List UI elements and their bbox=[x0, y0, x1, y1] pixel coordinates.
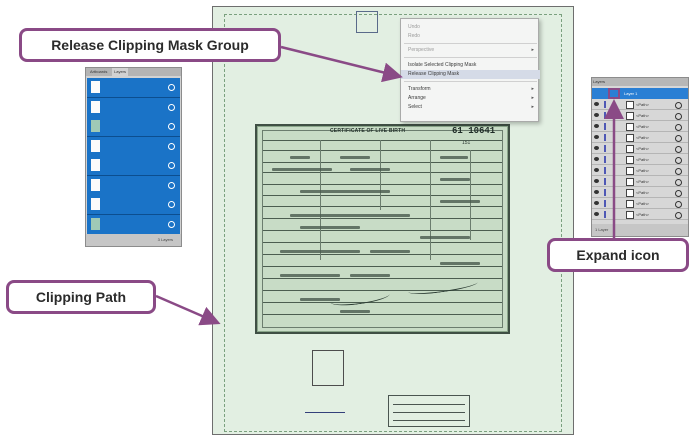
callout-release-clipping-mask-group: Release Clipping Mask Group bbox=[19, 28, 281, 62]
callout-clipping-path: Clipping Path bbox=[6, 280, 156, 314]
callout-arrows bbox=[155, 45, 624, 326]
callout-expand-icon: Expand icon bbox=[547, 238, 689, 272]
arrow-clipping-path bbox=[155, 294, 221, 326]
arrow-release bbox=[280, 45, 403, 83]
